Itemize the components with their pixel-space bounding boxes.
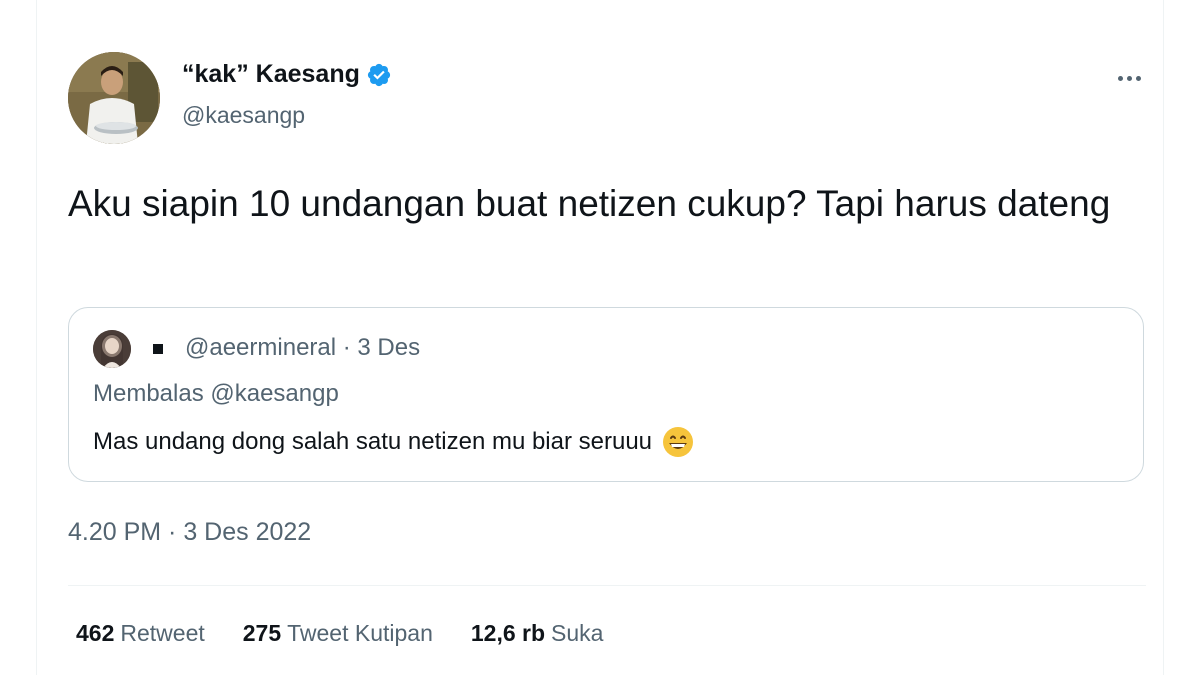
grinning-face-emoji-icon bbox=[663, 427, 694, 457]
tweet-card: “kak” Kaesang @kaesangp Aku siapin 10 un… bbox=[0, 0, 1200, 675]
author-handle[interactable]: @kaesangp bbox=[182, 102, 305, 129]
more-icon-dot bbox=[1117, 75, 1123, 81]
quoted-tweet[interactable]: @aeermineral · 3 Des Membalas @kaesangp … bbox=[68, 307, 1144, 482]
quoted-text-line: Mas undang dong salah satu netizen mu bi… bbox=[93, 426, 694, 458]
more-icon-dot bbox=[1135, 75, 1141, 81]
quoted-author-avatar[interactable] bbox=[93, 330, 131, 368]
likes-count: 12,6 rb bbox=[470, 620, 546, 646]
engagement-stats: 462 Retweet 275 Tweet Kutipan 12,6 rb Suka bbox=[76, 620, 603, 647]
likes-stat[interactable]: 12,6 rb Suka bbox=[471, 620, 604, 647]
quote-tweets-count: 275 bbox=[242, 620, 282, 646]
author-avatar[interactable] bbox=[68, 52, 160, 144]
avatar-photo bbox=[68, 52, 160, 144]
divider bbox=[68, 585, 1146, 586]
right-border bbox=[1163, 0, 1164, 675]
quote-tweets-stat[interactable]: 275 Tweet Kutipan bbox=[243, 620, 433, 647]
retweets-label: Retweet bbox=[120, 620, 205, 646]
more-options-button[interactable] bbox=[1112, 64, 1146, 92]
left-border bbox=[36, 0, 37, 675]
quoted-reply-to[interactable]: Membalas @kaesangp bbox=[93, 380, 339, 408]
more-icon-dot bbox=[1126, 75, 1132, 81]
display-name-text: “kak” Kaesang bbox=[182, 60, 360, 88]
retweets-count: 462 bbox=[76, 620, 115, 646]
quoted-text: Mas undang dong salah satu netizen mu bi… bbox=[93, 428, 653, 455]
likes-label: Suka bbox=[551, 620, 604, 646]
quoted-avatar-photo bbox=[93, 330, 131, 368]
tweet-timestamp[interactable]: 4.20 PM · 3 Des 2022 bbox=[68, 518, 311, 547]
retweets-stat[interactable]: 462 Retweet bbox=[76, 620, 205, 647]
verified-badge-icon bbox=[367, 63, 390, 86]
author-display-name[interactable]: “kak” Kaesang bbox=[182, 60, 392, 89]
tweet-text: Aku siapin 10 undangan buat netizen cuku… bbox=[68, 183, 1111, 224]
quoted-handle-and-date[interactable]: @aeermineral · 3 Des bbox=[185, 334, 420, 362]
quote-tweets-label: Tweet Kutipan bbox=[287, 620, 433, 646]
quoted-author-name-glyph bbox=[153, 344, 163, 354]
